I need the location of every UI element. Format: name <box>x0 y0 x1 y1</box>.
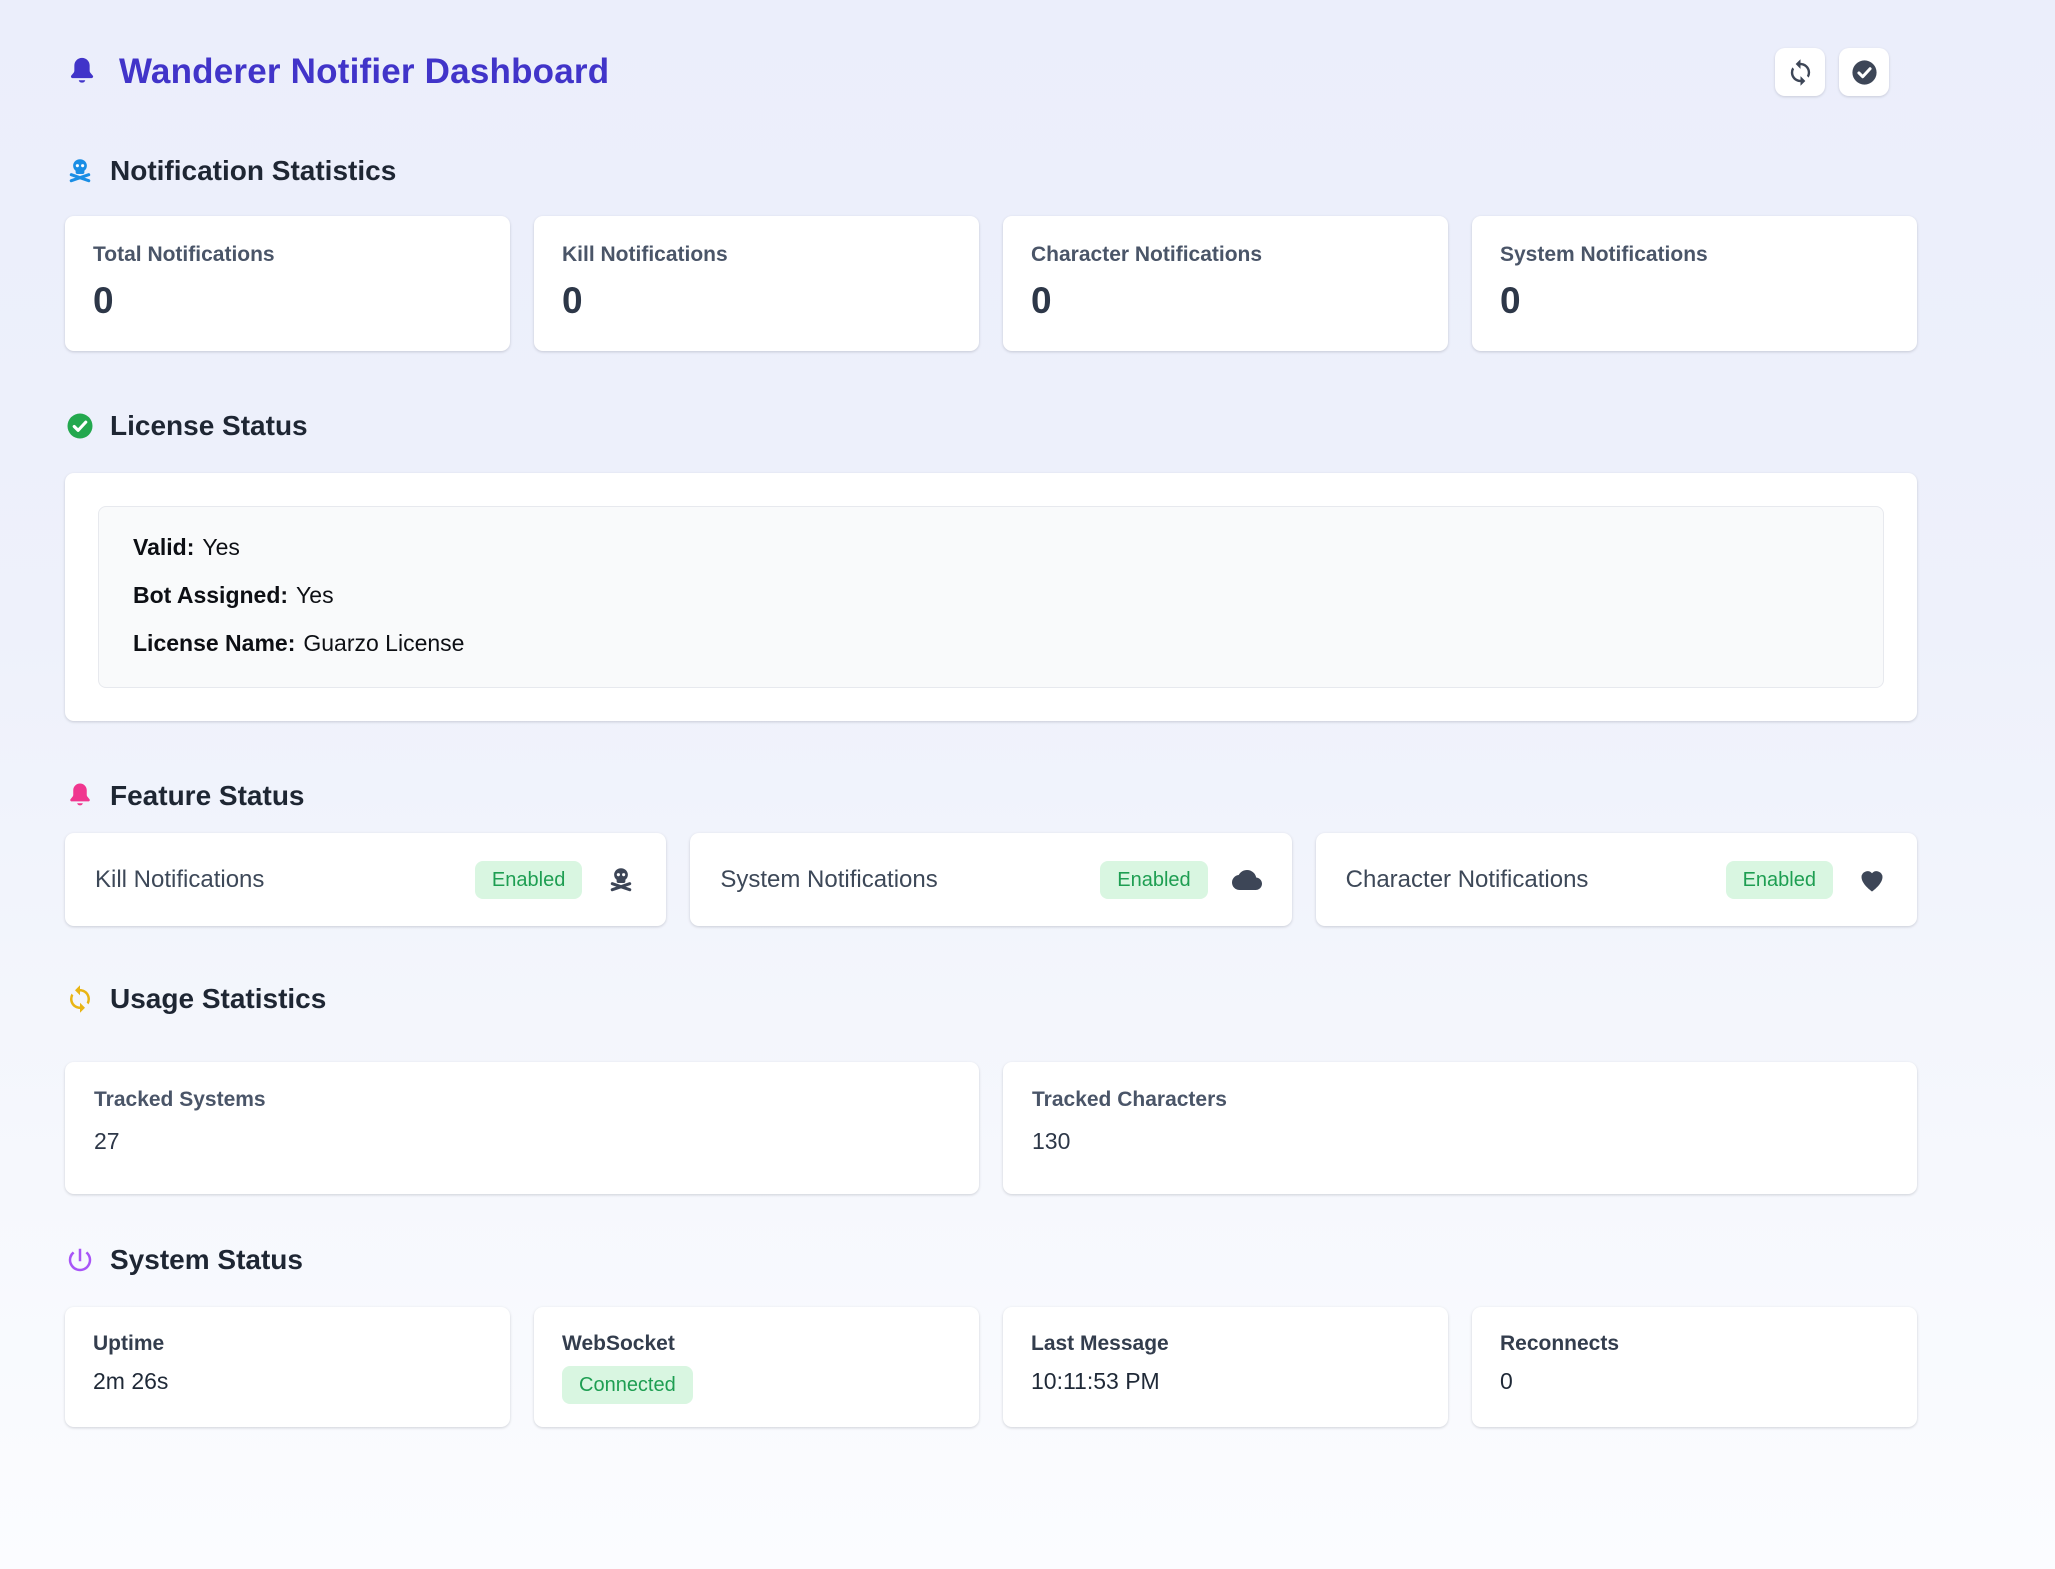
status-badge: Enabled <box>1100 861 1207 899</box>
feature-status-wrap: Enabled <box>1726 861 1887 899</box>
power-icon <box>65 1245 95 1275</box>
system-value: 2m 26s <box>93 1368 482 1395</box>
stat-card-system: System Notifications 0 <box>1472 216 1917 351</box>
usage-card-systems: Tracked Systems 27 <box>65 1062 979 1194</box>
check-circle-icon <box>1850 58 1879 87</box>
system-status-section: System Status Uptime 2m 26s WebSocket Co… <box>65 1243 1917 1427</box>
stat-value: 0 <box>93 280 482 322</box>
license-valid-line: Valid: Yes <box>133 533 1849 561</box>
refresh-button[interactable] <box>1775 48 1825 96</box>
feature-status-wrap: Enabled <box>475 861 636 899</box>
feature-label: Character Notifications <box>1346 866 1589 894</box>
feature-card-kill: Kill Notifications Enabled <box>65 833 666 926</box>
features-grid: Kill Notifications Enabled System Notifi… <box>65 833 1917 926</box>
field-label: Bot Assigned: <box>133 582 288 608</box>
usage-label: Tracked Systems <box>94 1088 950 1112</box>
usage-statistics-section: Usage Statistics Tracked Systems 27 Trac… <box>65 982 1917 1194</box>
feature-label: System Notifications <box>720 866 937 894</box>
feature-status-wrap: Enabled <box>1100 861 1261 899</box>
feature-card-system: System Notifications Enabled <box>690 833 1291 926</box>
bell-icon <box>65 781 95 811</box>
license-name-line: License Name: Guarzo License <box>133 629 1849 657</box>
refresh-icon <box>1786 58 1815 87</box>
usage-label: Tracked Characters <box>1032 1088 1888 1112</box>
field-value: Yes <box>296 582 334 608</box>
section-header: License Status <box>65 409 1917 443</box>
usage-value: 27 <box>94 1128 950 1155</box>
system-card-last-message: Last Message 10:11:53 PM <box>1003 1307 1448 1427</box>
status-badge: Enabled <box>1726 861 1833 899</box>
status-badge: Enabled <box>475 861 582 899</box>
system-label: Last Message <box>1031 1332 1420 1356</box>
section-title: System Status <box>110 1244 303 1276</box>
stat-label: Total Notifications <box>93 243 482 267</box>
license-details: Valid: Yes Bot Assigned: Yes License Name:… <box>98 506 1884 688</box>
notification-statistics-section: Notification Statistics Total Notificati… <box>65 154 1917 351</box>
system-card-websocket: WebSocket Connected <box>534 1307 979 1427</box>
section-header: Usage Statistics <box>65 982 1917 1016</box>
license-status-section: License Status Valid: Yes Bot Assigned: Ye… <box>65 409 1917 721</box>
section-title: Notification Statistics <box>110 155 396 187</box>
title-wrap: Wanderer Notifier Dashboard <box>65 52 609 92</box>
feature-card-character: Character Notifications Enabled <box>1316 833 1917 926</box>
connection-badge: Connected <box>562 1366 693 1404</box>
section-header: Feature Status <box>65 779 1917 813</box>
system-label: Uptime <box>93 1332 482 1356</box>
stat-label: Kill Notifications <box>562 243 951 267</box>
skull-crossbones-icon <box>65 156 95 186</box>
stat-value: 0 <box>1031 280 1420 322</box>
stat-value: 0 <box>1500 280 1889 322</box>
skull-crossbones-icon <box>606 865 636 895</box>
stat-card-character: Character Notifications 0 <box>1003 216 1448 351</box>
system-card-reconnects: Reconnects 0 <box>1472 1307 1917 1427</box>
section-header: System Status <box>65 1243 1917 1277</box>
page-title: Wanderer Notifier Dashboard <box>119 52 609 92</box>
field-value: Yes <box>202 534 240 560</box>
dashboard-page: Wanderer Notifier Dashboard Notification… <box>0 0 2055 1427</box>
usage-card-characters: Tracked Characters 130 <box>1003 1062 1917 1194</box>
bell-icon <box>65 52 99 92</box>
system-label: WebSocket <box>562 1332 951 1356</box>
refresh-icon <box>65 984 95 1014</box>
usage-grid: Tracked Systems 27 Tracked Characters 13… <box>65 1062 1917 1194</box>
license-bot-line: Bot Assigned: Yes <box>133 581 1849 609</box>
stats-grid: Total Notifications 0 Kill Notifications… <box>65 216 1917 351</box>
system-grid: Uptime 2m 26s WebSocket Connected Last M… <box>65 1307 1917 1427</box>
field-label: Valid: <box>133 534 194 560</box>
stat-label: System Notifications <box>1500 243 1889 267</box>
stat-value: 0 <box>562 280 951 322</box>
system-value: 0 <box>1500 1368 1889 1395</box>
system-card-uptime: Uptime 2m 26s <box>65 1307 510 1427</box>
topbar-actions <box>1775 48 1889 96</box>
field-label: License Name: <box>133 630 295 656</box>
section-title: Feature Status <box>110 780 305 812</box>
system-label: Reconnects <box>1500 1332 1889 1356</box>
field-value: Guarzo License <box>303 630 464 656</box>
heart-icon <box>1857 865 1887 895</box>
section-title: Usage Statistics <box>110 983 326 1015</box>
usage-value: 130 <box>1032 1128 1888 1155</box>
stat-card-total: Total Notifications 0 <box>65 216 510 351</box>
feature-label: Kill Notifications <box>95 866 264 894</box>
system-value: 10:11:53 PM <box>1031 1368 1420 1395</box>
section-header: Notification Statistics <box>65 154 1917 188</box>
confirm-button[interactable] <box>1839 48 1889 96</box>
stat-card-kill: Kill Notifications 0 <box>534 216 979 351</box>
feature-status-section: Feature Status Kill Notifications Enable… <box>65 779 1917 926</box>
header: Wanderer Notifier Dashboard <box>65 46 1917 98</box>
stat-label: Character Notifications <box>1031 243 1420 267</box>
check-circle-icon <box>65 411 95 441</box>
cloud-icon <box>1232 865 1262 895</box>
section-title: License Status <box>110 410 308 442</box>
license-card: Valid: Yes Bot Assigned: Yes License Name:… <box>65 473 1917 721</box>
